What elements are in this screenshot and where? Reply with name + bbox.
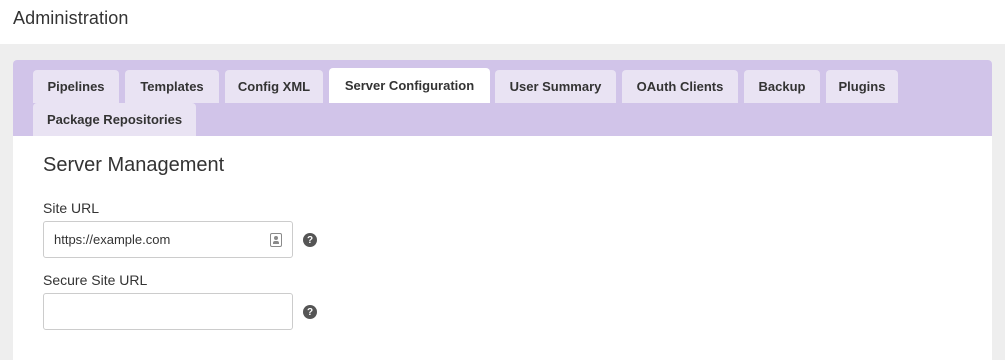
site-url-value: https://example.com [54,232,171,247]
tab-backup[interactable]: Backup [744,70,820,103]
tab-config-xml[interactable]: Config XML [225,70,323,103]
secure-site-url-help-icon[interactable]: ? [303,305,317,319]
tab-plugins[interactable]: Plugins [826,70,898,103]
tab-bar: Pipelines Templates Config XML Server Co… [13,60,992,136]
tab-user-summary[interactable]: User Summary [495,70,616,103]
site-url-input[interactable]: https://example.com [43,221,293,258]
tab-oauth-clients[interactable]: OAuth Clients [622,70,738,103]
site-url-label: Site URL [43,200,100,216]
secure-site-url-input[interactable] [43,293,293,330]
header-bar: Administration [0,0,1005,44]
tab-package-repositories[interactable]: Package Repositories [33,103,196,136]
page-title: Administration [13,8,129,28]
tab-pipelines[interactable]: Pipelines [33,70,119,103]
tab-server-configuration[interactable]: Server Configuration [329,68,490,103]
secure-site-url-label: Secure Site URL [43,272,148,288]
contact-card-icon[interactable] [270,232,282,247]
tab-templates[interactable]: Templates [125,70,219,103]
admin-panel: Pipelines Templates Config XML Server Co… [13,60,992,360]
site-url-help-icon[interactable]: ? [303,233,317,247]
section-title: Server Management [43,154,225,176]
